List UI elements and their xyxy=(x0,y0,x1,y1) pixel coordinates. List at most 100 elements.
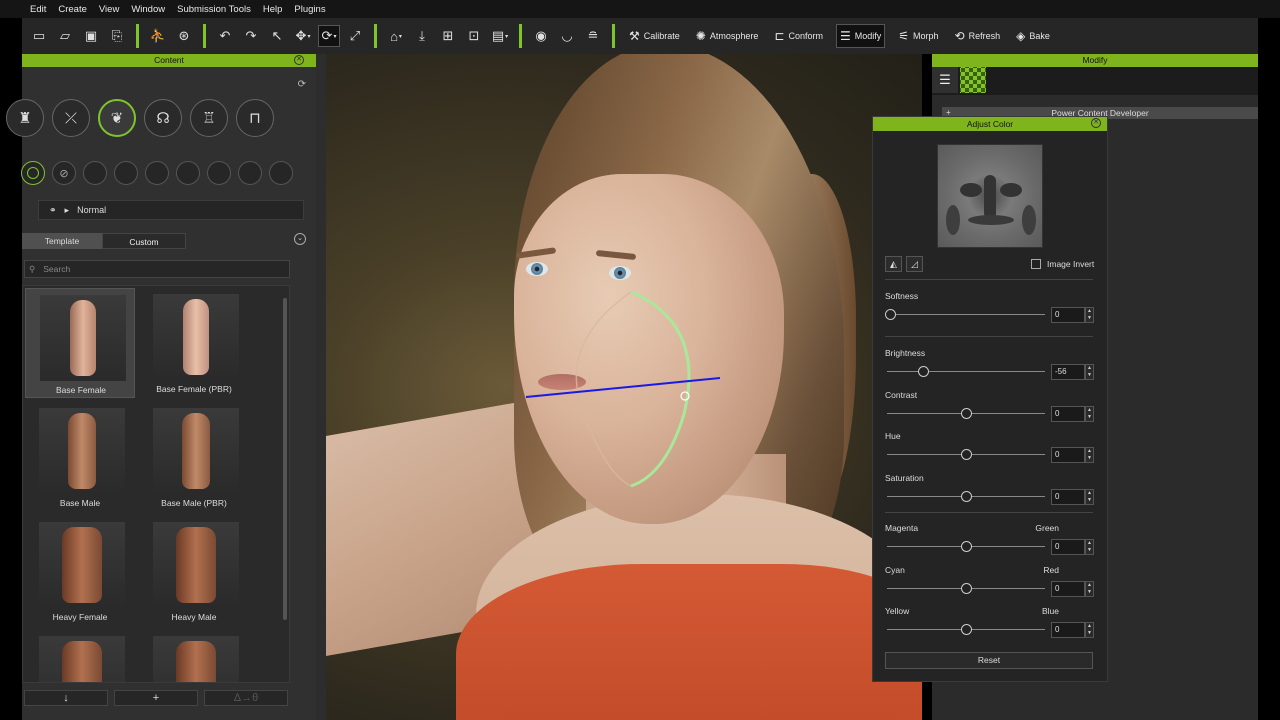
spinner-arrows-icon[interactable]: ▲ ▼ xyxy=(1085,364,1094,380)
cloth-category-icon[interactable]: ♖ xyxy=(190,99,228,137)
menu-create[interactable]: Create xyxy=(58,4,87,15)
panel-splitter[interactable] xyxy=(316,54,326,720)
sub-category-slot[interactable] xyxy=(238,161,262,185)
add-button[interactable]: + xyxy=(114,690,198,706)
shader-selector[interactable]: ⚭ ▸ Normal xyxy=(38,200,304,220)
menu-submission-tools[interactable]: Submission Tools xyxy=(177,4,251,15)
rotate-gizmo[interactable] xyxy=(326,54,922,720)
flip-icon[interactable]: ◭ xyxy=(885,256,902,272)
tab-template[interactable]: Template xyxy=(22,233,102,249)
skin-category-icon[interactable]: ❦ xyxy=(98,99,136,137)
flat-icon[interactable]: ≘ xyxy=(582,25,604,47)
menu-help[interactable]: Help xyxy=(263,4,283,15)
chevron-down-icon[interactable]: ⌄ xyxy=(294,233,306,245)
undo-icon[interactable]: ↶ xyxy=(214,25,236,47)
value-field[interactable]: 0 xyxy=(1051,489,1085,505)
spinner-arrows-icon[interactable]: ▲ ▼ xyxy=(1085,447,1094,463)
slider-handle[interactable] xyxy=(961,449,972,460)
spinner-arrows-icon[interactable]: ▲ ▼ xyxy=(1085,406,1094,422)
value-field[interactable]: -56 xyxy=(1051,364,1085,380)
close-icon[interactable]: ✕ xyxy=(294,55,304,65)
gradient-icon[interactable]: ◿ xyxy=(906,256,923,272)
atmosphere-button[interactable]: ✺ Atmosphere xyxy=(693,24,762,48)
slider-track[interactable] xyxy=(887,314,1045,315)
spinner-arrows-icon[interactable]: ▲ ▼ xyxy=(1085,622,1094,638)
smooth-icon[interactable]: ◡ xyxy=(556,25,578,47)
list-item[interactable] xyxy=(139,630,249,682)
sub-category-slot[interactable] xyxy=(114,161,138,185)
morph-button[interactable]: ⚟ Morph xyxy=(895,24,941,48)
accessory-category-icon[interactable]: ⊓ xyxy=(236,99,274,137)
bake-button[interactable]: ◈ Bake xyxy=(1013,24,1053,48)
fit-view-icon[interactable]: ⊞ xyxy=(437,25,459,47)
value-field[interactable]: 0 xyxy=(1051,307,1085,323)
sub-category-slot[interactable] xyxy=(207,161,231,185)
value-field[interactable]: 0 xyxy=(1051,406,1085,422)
menu-window[interactable]: Window xyxy=(131,4,165,15)
slider-handle[interactable] xyxy=(961,491,972,502)
list-item[interactable]: Heavy Male xyxy=(139,516,249,626)
select-arrow-icon[interactable]: ↖ xyxy=(266,25,288,47)
spinner-arrows-icon[interactable]: ▲ ▼ xyxy=(1085,489,1094,505)
image-invert-checkbox[interactable]: Image Invert xyxy=(1031,259,1094,269)
modify-button[interactable]: ☰ Modify xyxy=(835,24,886,48)
list-item[interactable]: Base Female (PBR) xyxy=(139,288,249,398)
open-folder-icon[interactable]: ▱ xyxy=(54,25,76,47)
spinner-arrows-icon[interactable]: ▲ ▼ xyxy=(1085,539,1094,555)
tab-custom[interactable]: Custom xyxy=(102,233,186,249)
slider-handle[interactable] xyxy=(885,309,896,320)
value-field[interactable]: 0 xyxy=(1051,539,1085,555)
sub-category-slot[interactable] xyxy=(176,161,200,185)
move-icon[interactable]: ✥ ▾ xyxy=(292,25,314,47)
avatar-category-icon[interactable]: ♜ xyxy=(6,99,44,137)
value-field[interactable]: 0 xyxy=(1051,581,1085,597)
slider-handle[interactable] xyxy=(918,366,930,377)
value-field[interactable]: 0 xyxy=(1051,447,1085,463)
3d-viewport[interactable] xyxy=(326,54,922,720)
conform-button[interactable]: ⊏ Conform xyxy=(771,24,826,48)
list-item[interactable]: Base Male xyxy=(25,402,135,512)
sliders-icon[interactable]: ☰ xyxy=(932,67,958,93)
menu-plugins[interactable]: Plugins xyxy=(294,4,325,15)
close-icon[interactable]: ✕ xyxy=(1091,118,1101,128)
material-checker-icon[interactable] xyxy=(960,67,986,93)
drop-to-floor-icon[interactable]: ⤓ xyxy=(411,25,433,47)
menu-edit[interactable]: Edit xyxy=(30,4,46,15)
zoom-extent-icon[interactable]: ⊡ xyxy=(463,25,485,47)
slider-track[interactable] xyxy=(887,371,1045,372)
refresh-button[interactable]: ⟲ Refresh xyxy=(952,24,1004,48)
spinner-arrows-icon[interactable]: ▲ ▼ xyxy=(1085,307,1094,323)
list-item[interactable]: Base Male (PBR) xyxy=(139,402,249,512)
slider-handle[interactable] xyxy=(961,541,972,552)
reset-button[interactable]: Reset xyxy=(885,652,1093,669)
redo-icon[interactable]: ↷ xyxy=(240,25,262,47)
value-field[interactable]: 0 xyxy=(1051,622,1085,638)
list-item[interactable] xyxy=(25,630,135,682)
slider-handle[interactable] xyxy=(961,408,972,419)
sub-category-slot[interactable] xyxy=(83,161,107,185)
slider-handle[interactable] xyxy=(961,583,972,594)
eye-icon[interactable]: ◉ xyxy=(530,25,552,47)
calibrate-button[interactable]: ⚒ Calibrate xyxy=(626,24,683,48)
head-category-icon[interactable]: ☊ xyxy=(144,99,182,137)
apply-button[interactable]: Δ→θ xyxy=(204,690,288,706)
spinner-arrows-icon[interactable]: ▲ ▼ xyxy=(1085,581,1094,597)
scrollbar[interactable] xyxy=(283,298,287,620)
no-material-icon[interactable]: ⊘ xyxy=(52,161,76,185)
character-icon[interactable]: ⛹ xyxy=(147,25,169,47)
list-item[interactable]: Base Female xyxy=(25,288,135,398)
rotate-icon[interactable]: ⟳ ▾ xyxy=(318,25,340,47)
search-input[interactable]: ⚲ Search xyxy=(24,260,290,278)
slider-handle[interactable] xyxy=(961,624,972,635)
refresh-icon[interactable]: ⟳ xyxy=(298,79,306,90)
save-icon[interactable]: ▣ xyxy=(80,25,102,47)
hair-category-icon[interactable]: ⤫ xyxy=(52,99,90,137)
sub-category-slot[interactable] xyxy=(145,161,169,185)
home-camera-icon[interactable]: ⌂ ▾ xyxy=(385,25,407,47)
scale-icon[interactable]: ⤢ xyxy=(344,25,366,47)
list-item[interactable]: Heavy Female xyxy=(25,516,135,626)
export-icon[interactable]: ⎘ xyxy=(106,25,128,47)
layers-icon[interactable]: ▤ ▾ xyxy=(489,25,511,47)
download-button[interactable]: ↓ xyxy=(24,690,108,706)
new-file-icon[interactable]: ▭ xyxy=(28,25,50,47)
